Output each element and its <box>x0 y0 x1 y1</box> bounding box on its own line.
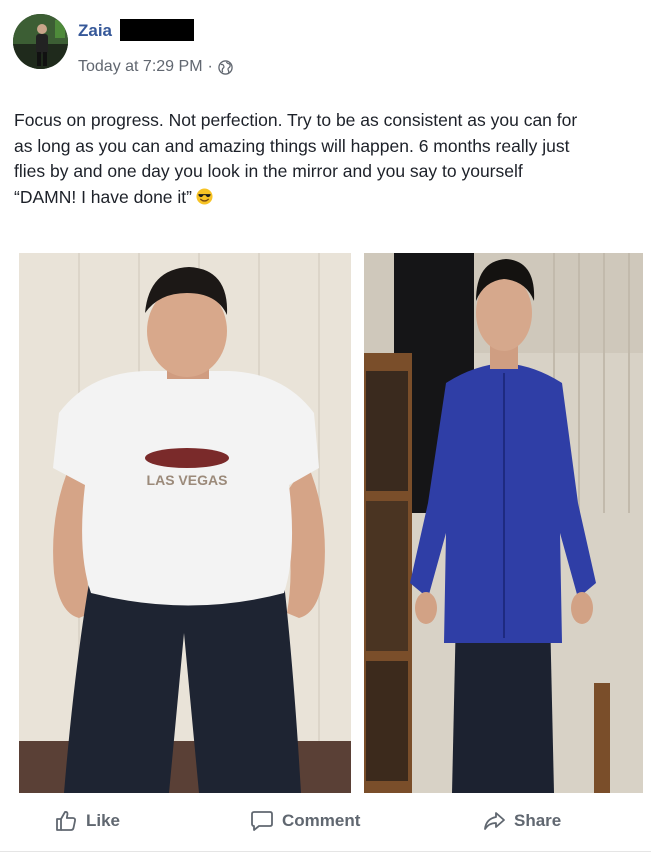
post-action-bar: Like Comment Share <box>0 793 651 851</box>
photo-after[interactable] <box>364 253 643 793</box>
post-text-line: as long as you can and amazing things wi… <box>14 135 570 156</box>
name-redaction-bar <box>120 19 194 41</box>
post-text: Focus on progress. Not perfection. Try t… <box>14 108 639 210</box>
post-text-line-last: “DAMN! I have done it” <box>14 185 639 211</box>
thumbs-up-icon <box>56 811 76 831</box>
share-button[interactable]: Share <box>482 809 561 833</box>
post-text-quote: “DAMN! I have done it” <box>14 186 192 207</box>
post-text-line: Focus on progress. Not perfection. Try t… <box>14 110 578 130</box>
author-name-link[interactable]: Zaia <box>78 21 112 41</box>
bottom-divider <box>0 851 651 852</box>
like-label: Like <box>86 811 121 830</box>
share-label: Share <box>514 811 562 830</box>
photo-before[interactable]: LAS VEGAS <box>19 253 351 793</box>
comment-label: Comment <box>282 811 361 830</box>
shirt-print-text: LAS VEGAS <box>147 472 228 488</box>
comment-bubble-icon <box>251 811 273 831</box>
meta-separator: · <box>207 58 213 75</box>
post-meta: Today at 7:29 PM · <box>78 58 233 76</box>
post-text-line: flies by and one day you look in the mir… <box>14 161 523 181</box>
smiling-face-with-sunglasses-icon <box>196 187 213 205</box>
comment-button[interactable]: Comment <box>250 809 360 833</box>
facebook-post: Zaia Today at 7:29 PM · Focus on progres… <box>0 0 651 860</box>
post-timestamp[interactable]: Today at 7:29 PM <box>78 58 203 76</box>
share-arrow-icon <box>484 812 505 830</box>
author-avatar[interactable] <box>13 14 68 69</box>
globe-icon[interactable] <box>218 59 233 75</box>
like-button[interactable]: Like <box>54 809 120 833</box>
